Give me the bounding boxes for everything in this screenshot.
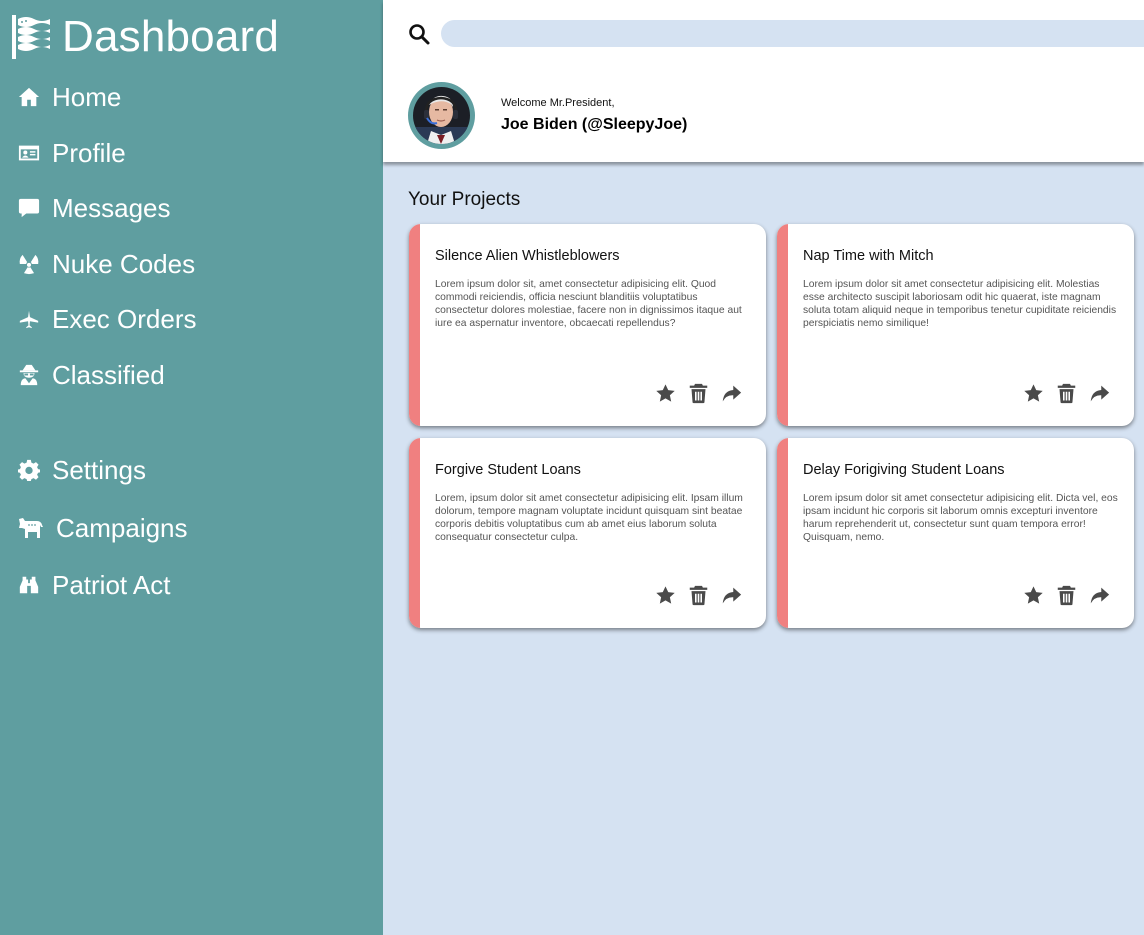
card-body: Lorem ipsum dolor sit amet consectetur a… bbox=[803, 493, 1118, 543]
sidebar-item-label: Exec Orders bbox=[52, 304, 197, 334]
search-input[interactable] bbox=[441, 20, 1144, 47]
share-icon[interactable] bbox=[720, 382, 742, 404]
share-icon[interactable] bbox=[1088, 382, 1110, 404]
sidebar-item-label: Profile bbox=[52, 138, 126, 168]
sidebar-item-exec-orders[interactable]: Exec Orders bbox=[18, 301, 197, 337]
header: Welcome Mr.President, Joe Biden (@Sleepy… bbox=[383, 0, 1144, 162]
trash-icon[interactable] bbox=[1055, 584, 1077, 606]
user-photo bbox=[413, 87, 470, 144]
card-accent bbox=[777, 224, 788, 426]
card-actions bbox=[1011, 382, 1110, 404]
home-icon bbox=[18, 86, 40, 108]
sidebar-item-label: Campaigns bbox=[56, 513, 188, 543]
user-name: Joe Biden (@SleepyJoe) bbox=[501, 116, 688, 133]
message-icon bbox=[18, 197, 40, 219]
trash-icon[interactable] bbox=[687, 584, 709, 606]
project-card: Nap Time with Mitch Lorem ipsum dolor si… bbox=[777, 224, 1134, 426]
sidebar-item-patriot-act[interactable]: Patriot Act bbox=[18, 567, 171, 603]
donkey-icon bbox=[18, 517, 44, 539]
sidebar-item-label: Nuke Codes bbox=[52, 249, 196, 279]
sidebar-item-label: Home bbox=[52, 82, 122, 112]
card-title: Forgive Student Loans bbox=[435, 462, 581, 478]
brand-title: Dashboard bbox=[62, 12, 280, 61]
trash-icon[interactable] bbox=[1055, 382, 1077, 404]
card-body: Lorem, ipsum dolor sit amet consectetur … bbox=[435, 493, 743, 543]
sidebar-item-messages[interactable]: Messages bbox=[18, 190, 171, 226]
trash-icon[interactable] bbox=[687, 382, 709, 404]
project-card: Silence Alien Whistleblowers Lorem ipsum… bbox=[409, 224, 766, 426]
avatar bbox=[408, 82, 475, 149]
welcome-text: Welcome Mr.President, bbox=[501, 97, 615, 109]
card-actions bbox=[643, 382, 742, 404]
card-title: Silence Alien Whistleblowers bbox=[435, 248, 620, 264]
card-actions bbox=[643, 584, 742, 606]
share-icon[interactable] bbox=[720, 584, 742, 606]
sidebar-item-label: Patriot Act bbox=[52, 570, 171, 600]
star-icon[interactable] bbox=[1022, 382, 1044, 404]
sidebar-item-nuke-codes[interactable]: Nuke Codes bbox=[18, 246, 195, 282]
sidebar-item-label: Settings bbox=[52, 455, 146, 485]
user-secret-icon bbox=[18, 364, 40, 386]
card-title: Delay Forigiving Student Loans bbox=[803, 462, 1005, 478]
project-card: Forgive Student Loans Lorem, ipsum dolor… bbox=[409, 438, 766, 628]
card-body: Lorem ipsum dolor sit amet consectetur a… bbox=[803, 279, 1117, 329]
star-icon[interactable] bbox=[654, 382, 676, 404]
share-icon[interactable] bbox=[1088, 584, 1110, 606]
card-actions bbox=[1011, 584, 1110, 606]
card-accent bbox=[409, 438, 420, 628]
sidebar-item-profile[interactable]: Profile bbox=[18, 135, 126, 171]
radiation-icon bbox=[18, 253, 40, 275]
star-icon[interactable] bbox=[1022, 584, 1044, 606]
section-title: Your Projects bbox=[408, 189, 521, 210]
card-accent bbox=[409, 224, 420, 426]
flag-icon bbox=[12, 15, 50, 59]
binoculars-icon bbox=[18, 574, 40, 596]
sidebar: Dashboard Home Profile Messages Nuke Cod… bbox=[0, 0, 383, 935]
sidebar-item-settings[interactable]: Settings bbox=[18, 452, 146, 488]
search-icon[interactable] bbox=[407, 22, 431, 46]
project-card: Delay Forigiving Student Loans Lorem ips… bbox=[777, 438, 1134, 628]
card-title: Nap Time with Mitch bbox=[803, 248, 934, 264]
gear-icon bbox=[18, 459, 40, 481]
sidebar-item-campaigns[interactable]: Campaigns bbox=[18, 510, 188, 546]
sidebar-item-label: Messages bbox=[52, 193, 171, 223]
id-card-icon bbox=[18, 142, 40, 164]
brand: Dashboard bbox=[12, 12, 279, 62]
star-icon[interactable] bbox=[654, 584, 676, 606]
sidebar-item-home[interactable]: Home bbox=[18, 79, 121, 115]
sidebar-item-classified[interactable]: Classified bbox=[18, 357, 165, 393]
card-body: Lorem ipsum dolor sit, amet consectetur … bbox=[435, 279, 742, 329]
sidebar-item-label: Classified bbox=[52, 360, 165, 390]
fighter-jet-icon bbox=[18, 308, 40, 330]
card-accent bbox=[777, 438, 788, 628]
